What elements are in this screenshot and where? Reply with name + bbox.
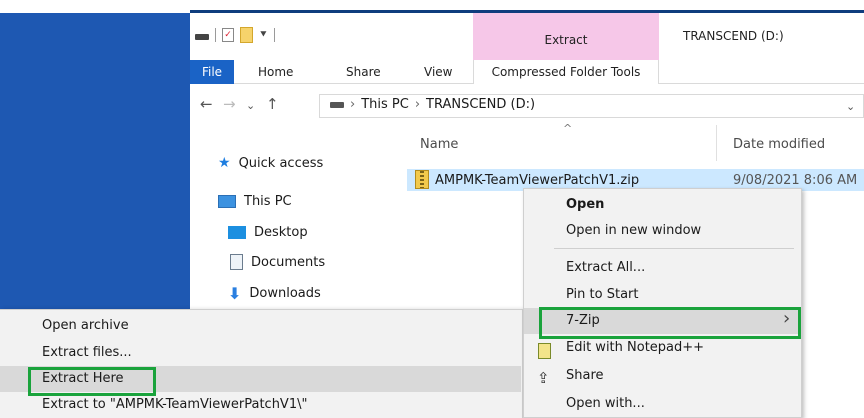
sevenzip-submenu: Open archive Extract files... Extract He… — [0, 309, 523, 418]
share-icon: ⇪ — [537, 369, 550, 387]
qat-separator — [215, 28, 216, 42]
breadcrumb: › This PC › TRANSCEND (D:) — [330, 97, 535, 112]
nav-item-downloads[interactable]: ⬇ Downloads — [228, 284, 321, 303]
nav-item-documents[interactable]: Documents — [230, 254, 325, 270]
qat-separator — [273, 28, 275, 42]
tab-compressed-folder-tools[interactable]: Compressed Folder Tools — [473, 60, 659, 84]
menu-item-open-archive[interactable]: Open archive — [0, 313, 521, 339]
nav-label: This PC — [244, 194, 292, 209]
context-menu: Open Open in new window Extract All... P… — [523, 188, 802, 418]
zip-zipper — [420, 171, 424, 188]
sevenzip-highlight-box — [539, 307, 801, 339]
drive-icon[interactable] — [195, 34, 209, 40]
tab-share[interactable]: Share — [346, 60, 381, 84]
forward-arrow-icon[interactable]: → — [223, 95, 236, 113]
column-header-date-modified[interactable]: Date modified — [733, 137, 825, 152]
crumb-separator: › — [414, 97, 421, 112]
desktop-icon — [228, 226, 246, 239]
tab-file[interactable]: File — [190, 60, 234, 84]
folder-icon[interactable] — [240, 27, 253, 43]
notepad-icon — [538, 343, 551, 359]
nav-label: Quick access — [238, 155, 324, 171]
menu-item-extract-files[interactable]: Extract files... — [0, 340, 521, 366]
menu-item-extract-all[interactable]: Extract All... — [524, 255, 801, 281]
nav-label: Downloads — [249, 286, 321, 301]
sort-arrow-icon: ^ — [563, 122, 573, 135]
quick-access-toolbar: ✓ ⯆ — [195, 26, 275, 44]
menu-item-open-new-window[interactable]: Open in new window — [524, 218, 801, 244]
checklist-icon[interactable]: ✓ — [222, 28, 234, 42]
menu-separator — [554, 248, 794, 249]
documents-icon — [230, 254, 243, 270]
nav-item-quick-access[interactable]: ★ Quick access — [218, 155, 323, 171]
menu-item-open[interactable]: Open — [524, 192, 801, 218]
tab-view[interactable]: View — [424, 60, 452, 84]
pc-icon — [218, 195, 236, 208]
extract-here-highlight-box — [28, 367, 156, 396]
downloads-icon: ⬇ — [228, 284, 242, 303]
nav-label: Documents — [251, 254, 326, 270]
contextual-tab-title: Extract — [544, 33, 588, 47]
recent-locations-icon[interactable]: ⌄ — [246, 99, 255, 112]
file-name[interactable]: AMPMK-TeamViewerPatchV1.zip — [435, 173, 639, 188]
up-arrow-icon[interactable]: ↑ — [266, 95, 279, 113]
crumb-drive[interactable]: TRANSCEND (D:) — [426, 97, 535, 112]
nav-label: Desktop — [254, 225, 308, 240]
customize-qat-icon[interactable]: ⯆ — [259, 28, 268, 42]
this-pc-icon — [330, 101, 344, 108]
menu-item-share[interactable]: Share — [524, 363, 801, 389]
nav-item-this-pc[interactable]: This PC — [218, 194, 292, 209]
menu-item-open-with[interactable]: Open with... — [524, 391, 801, 417]
window-title: TRANSCEND (D:) — [683, 29, 784, 43]
nav-item-desktop[interactable]: Desktop — [228, 225, 308, 240]
back-arrow-icon[interactable]: ← — [200, 95, 213, 113]
menu-item-pin-to-start[interactable]: Pin to Start — [524, 282, 801, 308]
star-icon: ★ — [218, 155, 231, 171]
crumb-separator: › — [350, 97, 356, 112]
file-date-modified: 9/08/2021 8:06 AM — [733, 173, 858, 188]
crumb-this-pc[interactable]: This PC — [361, 97, 409, 112]
tab-home[interactable]: Home — [258, 60, 293, 84]
address-dropdown-icon[interactable]: ⌄ — [846, 100, 855, 113]
column-header-name[interactable]: Name — [420, 137, 458, 152]
column-divider[interactable] — [716, 125, 717, 161]
